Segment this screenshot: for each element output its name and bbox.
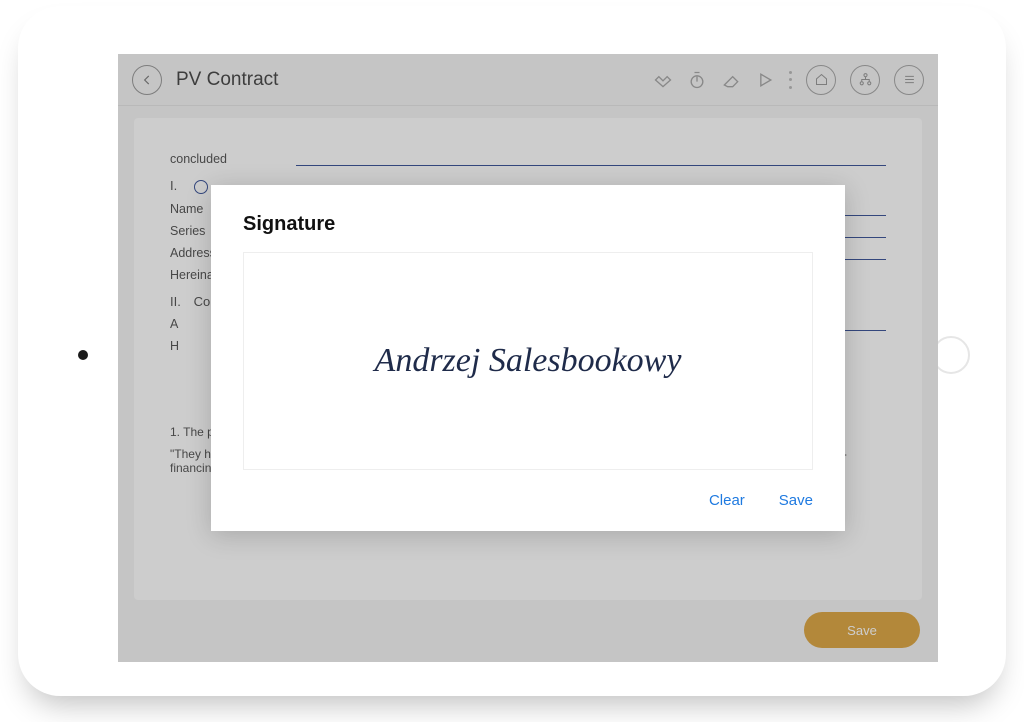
tablet-frame: PV Contract concluded bbox=[18, 6, 1006, 696]
signature-save-button[interactable]: Save bbox=[779, 492, 813, 509]
app-screen: PV Contract concluded bbox=[118, 54, 938, 662]
tablet-camera bbox=[78, 350, 88, 360]
signature-modal-actions: Clear Save bbox=[243, 492, 813, 509]
signature-modal-title: Signature bbox=[243, 213, 813, 236]
signature-handwriting: Andrzej Salesbookowy bbox=[375, 342, 682, 380]
signature-canvas[interactable]: Andrzej Salesbookowy bbox=[243, 252, 813, 470]
signature-modal: Signature Andrzej Salesbookowy Clear Sav… bbox=[211, 185, 845, 531]
signature-clear-button[interactable]: Clear bbox=[709, 492, 745, 509]
